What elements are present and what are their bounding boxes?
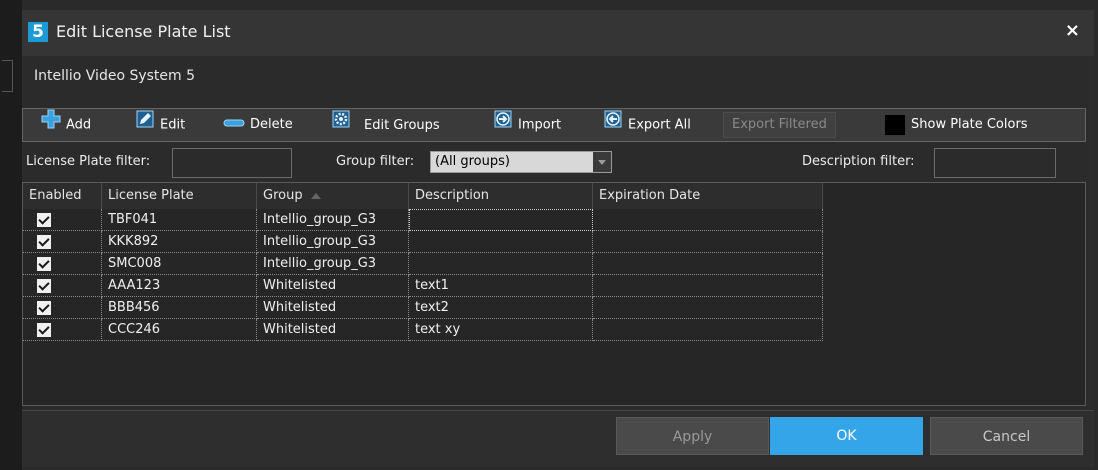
enabled-checkbox[interactable] bbox=[37, 300, 51, 315]
gear-icon bbox=[331, 109, 351, 142]
cell-plate[interactable]: TBF041 bbox=[102, 209, 257, 231]
edit-button[interactable]: Edit bbox=[135, 109, 185, 141]
license-plate-filter-label: License Plate filter: bbox=[26, 154, 151, 169]
description-filter-input[interactable] bbox=[934, 148, 1056, 178]
plate-color-swatch bbox=[885, 115, 905, 135]
cell-plate[interactable]: KKK892 bbox=[102, 231, 257, 253]
export-all-button[interactable]: Export All bbox=[603, 109, 691, 141]
column-header-group[interactable]: Group bbox=[257, 183, 409, 209]
import-label: Import bbox=[518, 117, 562, 133]
toolbar: Add Edit Delete Edit Groups Import Expor bbox=[22, 108, 1086, 142]
cell-enabled[interactable] bbox=[23, 231, 102, 253]
column-header-expiration-date[interactable]: Expiration Date bbox=[593, 183, 823, 209]
enabled-checkbox[interactable] bbox=[37, 234, 51, 249]
cell-expiration[interactable] bbox=[593, 275, 823, 297]
cell-plate[interactable]: BBB456 bbox=[102, 297, 257, 319]
import-button[interactable]: Import bbox=[493, 109, 561, 141]
cell-group[interactable]: Whitelisted bbox=[257, 297, 409, 319]
chevron-down-icon[interactable] bbox=[593, 152, 611, 172]
plus-icon bbox=[41, 109, 61, 142]
minus-icon bbox=[223, 109, 245, 141]
add-button[interactable]: Add bbox=[41, 109, 91, 141]
export-filtered-button[interactable]: Export Filtered bbox=[723, 112, 836, 138]
sort-ascending-icon bbox=[310, 192, 321, 199]
cell-group[interactable]: Whitelisted bbox=[257, 319, 409, 341]
close-icon[interactable]: × bbox=[1065, 20, 1080, 41]
cell-expiration[interactable] bbox=[593, 319, 823, 341]
table-row[interactable]: BBB456 Whitelisted text2 bbox=[23, 297, 823, 319]
cell-plate[interactable]: AAA123 bbox=[102, 275, 257, 297]
cell-enabled[interactable] bbox=[23, 319, 102, 341]
edit-label: Edit bbox=[160, 117, 186, 133]
cell-group[interactable]: Intellio_group_G3 bbox=[257, 209, 409, 231]
cell-description[interactable] bbox=[409, 209, 593, 231]
table-row[interactable]: AAA123 Whitelisted text1 bbox=[23, 275, 823, 297]
cell-group[interactable]: Intellio_group_G3 bbox=[257, 231, 409, 253]
window-title: Edit License Plate List bbox=[56, 22, 231, 41]
column-header-group-label: Group bbox=[263, 188, 303, 203]
table-row[interactable]: SMC008 Intellio_group_G3 bbox=[23, 253, 823, 275]
license-plate-filter-input[interactable] bbox=[172, 148, 292, 178]
add-label: Add bbox=[66, 117, 92, 133]
cell-group[interactable]: Intellio_group_G3 bbox=[257, 253, 409, 275]
enabled-checkbox[interactable] bbox=[37, 278, 51, 293]
cell-expiration[interactable] bbox=[593, 297, 823, 319]
filter-row: License Plate filter: Group filter: (All… bbox=[22, 148, 1094, 180]
cell-group[interactable]: Whitelisted bbox=[257, 275, 409, 297]
group-filter-label: Group filter: bbox=[336, 154, 415, 169]
delete-label: Delete bbox=[250, 117, 293, 132]
cell-description[interactable] bbox=[409, 231, 593, 253]
cell-description[interactable]: text2 bbox=[409, 297, 593, 319]
app-logo-icon: 5 bbox=[28, 22, 48, 42]
cell-expiration[interactable] bbox=[593, 209, 823, 231]
show-plate-colors-label: Show Plate Colors bbox=[911, 117, 1028, 132]
cancel-button[interactable]: Cancel bbox=[930, 417, 1083, 455]
import-icon bbox=[493, 109, 513, 142]
description-filter-label: Description filter: bbox=[802, 154, 915, 169]
license-plate-table[interactable]: Enabled License Plate Group Description … bbox=[22, 182, 1086, 406]
cell-plate[interactable]: CCC246 bbox=[102, 319, 257, 341]
cell-enabled[interactable] bbox=[23, 253, 102, 275]
ok-button[interactable]: OK bbox=[770, 417, 923, 455]
cell-enabled[interactable] bbox=[23, 297, 102, 319]
background-window-edge bbox=[0, 0, 22, 470]
apply-button[interactable]: Apply bbox=[616, 417, 769, 455]
cell-description[interactable]: text xy bbox=[409, 319, 593, 341]
dialog-footer: Apply OK Cancel bbox=[22, 410, 1094, 467]
table-row[interactable]: CCC246 Whitelisted text xy bbox=[23, 319, 823, 341]
cell-plate[interactable]: SMC008 bbox=[102, 253, 257, 275]
table-row[interactable]: TBF041 Intellio_group_G3 bbox=[23, 209, 823, 231]
edit-groups-label: Edit Groups bbox=[364, 117, 440, 133]
column-header-enabled[interactable]: Enabled bbox=[23, 183, 102, 209]
enabled-checkbox[interactable] bbox=[37, 212, 51, 227]
cell-enabled[interactable] bbox=[23, 275, 102, 297]
column-header-description[interactable]: Description bbox=[409, 183, 593, 209]
show-plate-colors-toggle[interactable]: Show Plate Colors bbox=[885, 109, 1028, 141]
edit-icon bbox=[135, 109, 155, 142]
delete-button[interactable]: Delete bbox=[223, 109, 293, 141]
cell-enabled[interactable] bbox=[23, 209, 102, 231]
cell-description[interactable] bbox=[409, 253, 593, 275]
cell-expiration[interactable] bbox=[593, 231, 823, 253]
group-filter-value: (All groups) bbox=[435, 154, 510, 169]
enabled-checkbox[interactable] bbox=[37, 256, 51, 271]
column-header-license-plate[interactable]: License Plate bbox=[102, 183, 257, 209]
enabled-checkbox[interactable] bbox=[37, 322, 51, 337]
group-filter-select[interactable]: (All groups) bbox=[430, 151, 612, 173]
edit-groups-button[interactable]: Edit Groups bbox=[331, 109, 440, 141]
edit-license-plate-dialog: 5 Edit License Plate List × Intellio Vid… bbox=[22, 10, 1094, 467]
cell-description[interactable]: text1 bbox=[409, 275, 593, 297]
export-all-label: Export All bbox=[628, 117, 691, 133]
title-bar[interactable]: 5 Edit License Plate List × bbox=[22, 10, 1094, 56]
export-icon bbox=[603, 109, 623, 142]
cell-expiration[interactable] bbox=[593, 253, 823, 275]
system-name: Intellio Video System 5 bbox=[34, 68, 196, 84]
background-window-notch bbox=[2, 60, 13, 92]
table-row[interactable]: KKK892 Intellio_group_G3 bbox=[23, 231, 823, 253]
